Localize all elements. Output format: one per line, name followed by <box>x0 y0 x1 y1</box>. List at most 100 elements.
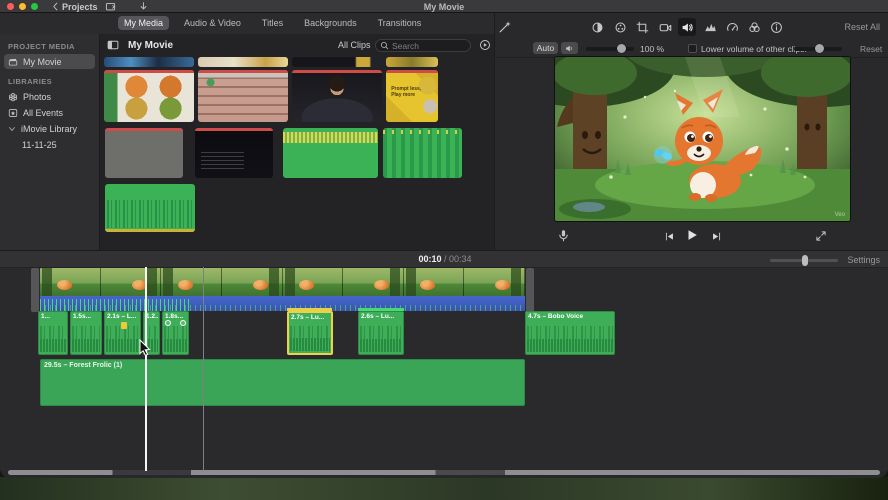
timeline-audio-clip[interactable]: 2.6s – Lu... <box>358 311 404 355</box>
timeline-audio-clip[interactable]: 1... <box>38 311 68 355</box>
media-thumbnail-foxgrid[interactable] <box>104 70 194 122</box>
volume-controls: Auto 100 % Lower volume of other clips: … <box>494 39 888 58</box>
auto-volume-button[interactable]: Auto <box>533 42 558 54</box>
volume-slider-knob[interactable] <box>616 44 626 53</box>
media-thumbnail-partial[interactable] <box>104 57 194 67</box>
chevron-down-icon <box>8 125 16 133</box>
duck-slider[interactable] <box>794 44 842 53</box>
tab-audio-video[interactable]: Audio & Video <box>178 16 247 30</box>
timeline-audio-clip[interactable]: 2.1s – L... <box>104 311 141 355</box>
sidebar-item-imovie-library[interactable]: iMovie Library <box>4 121 95 136</box>
events-icon <box>8 108 18 118</box>
panel-toggle-icon[interactable] <box>106 38 120 51</box>
reset-all-button[interactable]: Reset All <box>844 22 880 32</box>
filter-label: All Clips <box>338 40 371 50</box>
media-thumbnail-doc[interactable] <box>198 70 288 122</box>
duck-slider-knob[interactable] <box>814 44 824 53</box>
sidebar-item-my-movie[interactable]: My Movie <box>4 54 95 69</box>
clip-filter-icon[interactable] <box>745 18 763 36</box>
trim-handle-left[interactable] <box>31 268 39 312</box>
horizontal-scrollbar[interactable] <box>8 470 880 475</box>
media-thumbnail-partial[interactable] <box>292 57 382 67</box>
media-thumbnail-man-dark[interactable] <box>292 70 382 122</box>
volume-slider[interactable] <box>586 44 634 53</box>
play-icon[interactable] <box>683 226 701 244</box>
tab-my-media[interactable]: My Media <box>118 16 170 30</box>
volume-icon[interactable] <box>678 18 696 36</box>
media-thumbnail-audio-cols[interactable] <box>383 128 462 178</box>
sidebar-item-11-11-25[interactable]: 11-11-25 <box>4 137 95 152</box>
video-clip-filmstrip[interactable] <box>40 268 525 296</box>
media-thumbnail-terminal[interactable] <box>195 128 273 178</box>
trim-handle-right[interactable] <box>526 268 534 312</box>
media-thumbnail-partial[interactable] <box>386 57 438 67</box>
timeline-toolbar: 00:10 / 00:34 Settings <box>0 250 888 268</box>
fade-handle[interactable] <box>165 320 171 326</box>
skip-back-icon[interactable] <box>660 227 678 245</box>
tab-transitions[interactable]: Transitions <box>372 16 428 30</box>
clip-waveform-low <box>360 338 402 352</box>
settings-button[interactable]: Settings <box>847 255 880 265</box>
fox-forest-frame <box>555 57 850 221</box>
tab-backgrounds[interactable]: Backgrounds <box>298 16 363 30</box>
media-thumbnail-audio-wave[interactable] <box>105 184 195 232</box>
timeline[interactable]: 1... 1.5s... 2.1s – L... 1.2... 1.8s... 2.7s … <box>0 267 888 471</box>
filmstrip-frame <box>100 268 162 296</box>
watermark: Veo <box>834 212 845 218</box>
search-input[interactable] <box>392 40 462 51</box>
imovie-window: Projects My Movie My Media Audio & Video T… <box>0 0 888 478</box>
tab-titles[interactable]: Titles <box>256 16 289 30</box>
fade-handle[interactable] <box>180 320 186 326</box>
color-correction-icon[interactable] <box>611 18 629 36</box>
media-thumbnail-audio-yellowtop[interactable] <box>283 128 378 178</box>
filmstrip-frame <box>40 268 101 296</box>
time-separator: / <box>443 254 447 264</box>
sidebar-item-photos[interactable]: Photos <box>4 89 95 104</box>
media-thumbnail-partial[interactable] <box>198 57 288 67</box>
video-preview[interactable]: Veo <box>555 57 850 221</box>
timeline-audio-clip[interactable]: 4.7s – Bobo Voice <box>525 311 615 355</box>
crop-icon[interactable] <box>633 18 651 36</box>
clip-marker <box>120 322 127 329</box>
enhance-wand-icon[interactable] <box>496 18 514 36</box>
mute-button[interactable] <box>561 42 578 54</box>
timeline-zoom-slider[interactable] <box>770 255 838 266</box>
project-media-header: PROJECT MEDIA <box>8 42 75 51</box>
timeline-audio-clip[interactable]: 1.5s... <box>70 311 102 355</box>
zoom-slider-knob[interactable] <box>802 255 808 266</box>
timeline-audio-clip[interactable]: 1.8s... <box>162 311 189 355</box>
clip-waveform-low <box>106 338 139 352</box>
audio-waveform-loud <box>40 299 190 311</box>
background-music-clip[interactable]: 29.5s – Forest Frolic (1) <box>40 359 525 406</box>
media-thumbnail-man-room[interactable] <box>105 128 183 178</box>
transport-controls <box>494 224 888 250</box>
speed-icon[interactable] <box>723 18 741 36</box>
clip-label: 1... <box>41 313 51 320</box>
playhead[interactable] <box>145 267 147 471</box>
video-audio-track[interactable] <box>40 296 525 311</box>
screen: Projects My Movie My Media Audio & Video T… <box>0 0 888 500</box>
volume-level: 100 % <box>640 44 665 54</box>
filmstrip-frame <box>221 268 283 296</box>
fullscreen-icon[interactable] <box>812 227 830 245</box>
media-thumbnail-slide[interactable]: Prompt less, Play more <box>386 70 438 122</box>
reset-volume-button[interactable]: Reset <box>860 44 882 54</box>
continuous-playback-icon[interactable] <box>478 38 492 51</box>
timeline-audio-clip[interactable]: 2.7s – Lu... <box>287 311 333 355</box>
info-icon[interactable] <box>767 18 785 36</box>
mouse-cursor <box>139 339 151 356</box>
search-field[interactable] <box>375 39 471 52</box>
skip-forward-icon[interactable] <box>707 227 725 245</box>
lower-volume-checkbox[interactable] <box>688 44 697 53</box>
lower-volume-label: Lower volume of other clips: <box>701 44 807 54</box>
record-voiceover-mic-icon[interactable] <box>554 226 572 244</box>
color-balance-icon[interactable] <box>588 18 606 36</box>
clip-duration-bar <box>105 128 183 131</box>
stabilization-icon[interactable] <box>656 18 674 36</box>
sidebar-item-all-events[interactable]: All Events <box>4 105 95 120</box>
clip-label: 2.7s – Lu... <box>291 314 325 321</box>
noise-reduction-icon[interactable] <box>701 18 719 36</box>
libraries-header: LIBRARIES <box>8 77 53 86</box>
sidebar-item-label: 11-11-25 <box>22 139 57 150</box>
search-icon <box>380 41 389 50</box>
